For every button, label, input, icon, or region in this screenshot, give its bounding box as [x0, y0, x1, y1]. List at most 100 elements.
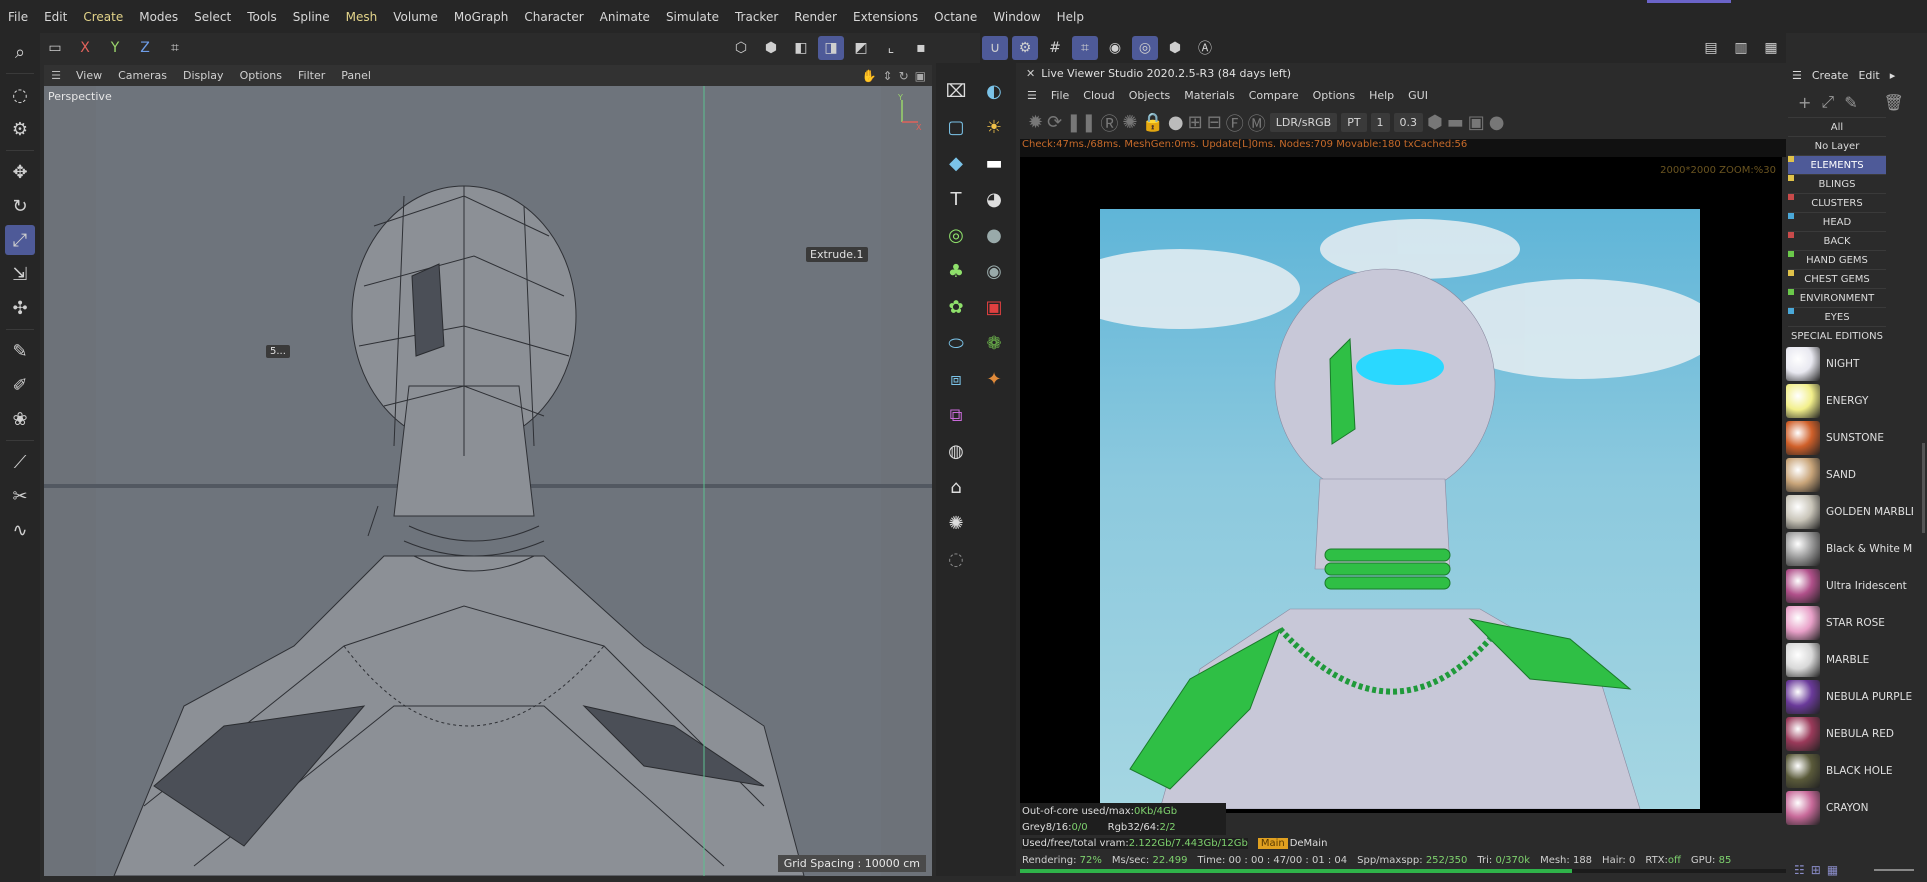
camera-icon[interactable]: ⌂ — [940, 471, 972, 503]
material-item[interactable]: MARBLE — [1786, 641, 1913, 678]
film-icon[interactable]: ▬ — [1447, 112, 1464, 133]
lv-menu-file[interactable]: File — [1044, 89, 1076, 102]
effector-icon[interactable]: ⧉ — [940, 399, 972, 431]
menu-octane[interactable]: Octane — [926, 10, 985, 24]
texture-mode-icon[interactable]: ▪ — [908, 36, 934, 60]
layer-item[interactable]: ENVIRONMENT — [1788, 288, 1886, 307]
hamburger-icon[interactable]: ☰ — [1792, 69, 1802, 82]
cloner-icon[interactable]: ♣ — [940, 255, 972, 287]
add-layer-icon[interactable]: + — [1798, 93, 1811, 112]
lv-menu-compare[interactable]: Compare — [1242, 89, 1306, 102]
menu-edit[interactable]: Edit — [36, 10, 75, 24]
lock-x-button[interactable]: X — [72, 36, 98, 60]
menu-volume[interactable]: Volume — [385, 10, 446, 24]
zoom-slider[interactable] — [1874, 869, 1915, 871]
material-item[interactable]: ENERGY — [1786, 382, 1913, 419]
lock-y-button[interactable]: Y — [102, 36, 128, 60]
field-icon[interactable]: ⬭ — [940, 327, 972, 359]
grid-view-icon[interactable]: ⊞ — [1811, 863, 1821, 877]
layer-item[interactable]: HEAD — [1788, 212, 1886, 231]
model-mode-icon[interactable]: ◨ — [818, 36, 844, 60]
lv-menu-materials[interactable]: Materials — [1177, 89, 1241, 102]
spline-pen-icon[interactable]: ✎ — [5, 336, 35, 366]
light-icon[interactable]: ✺ — [940, 507, 972, 539]
sphere-icon[interactable]: ● — [1489, 112, 1505, 133]
object-tag-small[interactable]: 5... — [266, 345, 290, 358]
volume-icon[interactable]: ⧈ — [940, 363, 972, 395]
snapshot-icon[interactable]: ▣ — [1468, 112, 1485, 133]
null-object-icon[interactable]: ⌧ — [940, 75, 972, 107]
layer-item[interactable]: ELEMENTS — [1788, 155, 1886, 174]
send-scene-icon[interactable]: ✹ — [1028, 112, 1043, 133]
search-icon[interactable]: ⌕ — [5, 37, 35, 67]
menu-help[interactable]: Help — [1049, 10, 1092, 24]
material-icon[interactable]: ⬢ — [1162, 36, 1188, 60]
grid-icon[interactable]: # — [1042, 36, 1068, 60]
polygon-pen-icon[interactable]: ∿ — [5, 515, 35, 545]
render-active-icon[interactable]: ◎ — [1132, 36, 1158, 60]
pan-icon[interactable]: ✋ — [862, 69, 877, 83]
render-view-icon[interactable]: ▤ — [1698, 36, 1724, 60]
kernel-select[interactable]: PT — [1341, 113, 1367, 132]
pause-icon[interactable]: ❚❚ — [1066, 112, 1096, 133]
render-region-icon[interactable]: ◉ — [1102, 36, 1128, 60]
render-queue-icon[interactable]: ▦ — [1758, 36, 1784, 60]
subtract-icon[interactable]: ⊟ — [1207, 112, 1222, 133]
lock-icon[interactable]: 🔒 — [1141, 112, 1163, 133]
perspective-viewport[interactable]: Perspective Y X Extrude.1 5... Grid Spac… — [44, 86, 932, 876]
arrow-right-icon[interactable]: ▸ — [1890, 69, 1896, 82]
knife-icon[interactable]: ✂ — [5, 481, 35, 511]
layer-item[interactable]: BLINGS — [1788, 174, 1886, 193]
octane-area-light-icon[interactable]: ▬ — [978, 147, 1010, 179]
exposure-stepper[interactable]: 0.3 — [1393, 113, 1424, 132]
deformer-icon[interactable]: ✿ — [940, 291, 972, 323]
add-icon[interactable]: ⊞ — [1188, 112, 1203, 133]
scale-icon[interactable]: ⤢ — [5, 225, 35, 255]
axis-mode-icon[interactable]: ⌞ — [878, 36, 904, 60]
menu-tools[interactable]: Tools — [239, 10, 285, 24]
move-icon[interactable]: ✥ — [5, 157, 35, 187]
menu-select[interactable]: Select — [186, 10, 239, 24]
tag-icon[interactable]: ◌ — [940, 543, 972, 575]
menu-edit-layer[interactable]: Edit — [1858, 69, 1879, 82]
restart-render-icon[interactable]: ⟳ — [1047, 112, 1062, 133]
coordinate-system-icon[interactable]: ⌗ — [162, 36, 188, 60]
layer-item[interactable]: No Layer — [1788, 136, 1886, 155]
material-item[interactable]: NIGHT — [1786, 345, 1913, 382]
viewport-menu-cameras[interactable]: Cameras — [110, 69, 175, 82]
layer-item[interactable]: EYES — [1788, 307, 1886, 326]
text-icon[interactable]: T — [940, 183, 972, 215]
snap-settings-icon[interactable]: ⚙ — [1012, 36, 1038, 60]
tab-main[interactable]: Main — [1257, 837, 1288, 849]
octane-scatter-icon[interactable]: ❁ — [978, 327, 1010, 359]
menu-animate[interactable]: Animate — [592, 10, 658, 24]
orbit-icon[interactable]: ↻ — [899, 69, 909, 83]
menu-create[interactable]: Create — [75, 10, 131, 24]
viewport-menu-display[interactable]: Display — [175, 69, 232, 82]
cube-icon[interactable]: ◆ — [940, 147, 972, 179]
material-item[interactable]: STAR ROSE — [1786, 604, 1913, 641]
material-item[interactable]: NEBULA RED — [1786, 715, 1913, 752]
cube-outline-icon[interactable]: ▢ — [940, 111, 972, 143]
material-pick-icon[interactable]: Ⓜ — [1248, 110, 1266, 136]
maximize-icon[interactable]: ▣ — [915, 69, 926, 83]
polygons-mode-icon[interactable]: ◧ — [788, 36, 814, 60]
menu-extensions[interactable]: Extensions — [845, 10, 926, 24]
material-item[interactable]: Black & White M — [1786, 530, 1913, 567]
lv-menu-options[interactable]: Options — [1306, 89, 1362, 102]
lv-menu-help[interactable]: Help — [1362, 89, 1401, 102]
brush-icon[interactable]: ⟋ — [5, 447, 35, 477]
lv-menu-cloud[interactable]: Cloud — [1076, 89, 1121, 102]
list-view-icon[interactable]: ☷ — [1794, 863, 1805, 877]
rotate-icon[interactable]: ↻ — [5, 191, 35, 221]
scene-tools-icon[interactable]: ⚙ — [5, 114, 35, 144]
layer-item[interactable]: All — [1788, 117, 1886, 136]
dolly-icon[interactable]: ⇕ — [883, 69, 893, 83]
viewport-menu-options[interactable]: Options — [232, 69, 290, 82]
viewport-menu-filter[interactable]: Filter — [290, 69, 333, 82]
octane-camera-icon[interactable]: ▣ — [978, 291, 1010, 323]
render-settings-icon[interactable]: ▥ — [1728, 36, 1754, 60]
menu-file[interactable]: File — [0, 10, 36, 24]
layer-item[interactable]: HAND GEMS — [1788, 250, 1886, 269]
menu-spline[interactable]: Spline — [285, 10, 338, 24]
